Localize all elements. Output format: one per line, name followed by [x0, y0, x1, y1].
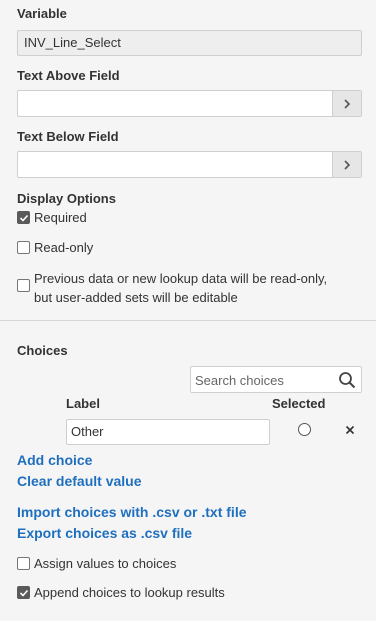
choice-selected-radio[interactable] [298, 423, 311, 436]
text-below-label: Text Below Field [17, 129, 119, 144]
required-label: Required [34, 210, 87, 225]
prev-data-option[interactable]: Previous data or new lookup data will be… [17, 269, 327, 307]
chevron-right-icon [344, 159, 351, 170]
required-checkbox[interactable] [17, 211, 30, 224]
assign-values-checkbox[interactable] [17, 557, 30, 570]
import-choices-link[interactable]: Import choices with .csv or .txt file [17, 504, 247, 520]
read-only-checkbox[interactable] [17, 241, 30, 254]
read-only-option[interactable]: Read-only [17, 240, 93, 255]
append-lookup-checkbox[interactable] [17, 586, 30, 599]
column-selected-header: Selected [272, 396, 326, 411]
assign-values-option[interactable]: Assign values to choices [17, 556, 176, 571]
choice-label-input[interactable]: Other [66, 419, 270, 445]
prev-data-label-line1: Previous data or new lookup data will be… [34, 271, 328, 286]
export-choices-link[interactable]: Export choices as .csv file [17, 525, 192, 541]
section-divider [0, 320, 376, 321]
search-icon[interactable] [338, 371, 356, 389]
search-choices-input[interactable] [195, 371, 335, 389]
required-option[interactable]: Required [17, 210, 87, 225]
assign-values-label: Assign values to choices [34, 556, 177, 571]
choices-label: Choices [17, 343, 68, 358]
variable-field: INV_Line_Select [17, 30, 362, 56]
variable-label: Variable [17, 6, 67, 21]
text-above-input[interactable] [17, 90, 362, 117]
text-below-input[interactable] [17, 151, 362, 178]
checkmark-icon [19, 214, 28, 222]
close-icon [345, 425, 355, 435]
text-below-expand-button[interactable] [332, 152, 361, 177]
append-lookup-label: Append choices to lookup results [34, 585, 225, 600]
read-only-label: Read-only [34, 240, 94, 255]
prev-data-checkbox[interactable] [17, 279, 30, 292]
checkmark-icon [19, 589, 28, 597]
prev-data-label-line2: but user-added sets will be editable [34, 290, 238, 305]
chevron-right-icon [344, 98, 351, 109]
add-choice-link[interactable]: Add choice [17, 452, 92, 468]
clear-default-link[interactable]: Clear default value [17, 473, 142, 489]
append-lookup-option[interactable]: Append choices to lookup results [17, 585, 225, 600]
text-above-expand-button[interactable] [332, 91, 361, 116]
remove-choice-button[interactable] [344, 423, 356, 440]
column-label-header: Label [66, 396, 100, 411]
search-choices-box[interactable] [190, 366, 362, 393]
prev-data-label: Previous data or new lookup data will be… [34, 269, 327, 307]
display-options-label: Display Options [17, 191, 116, 206]
text-above-label: Text Above Field [17, 68, 120, 83]
